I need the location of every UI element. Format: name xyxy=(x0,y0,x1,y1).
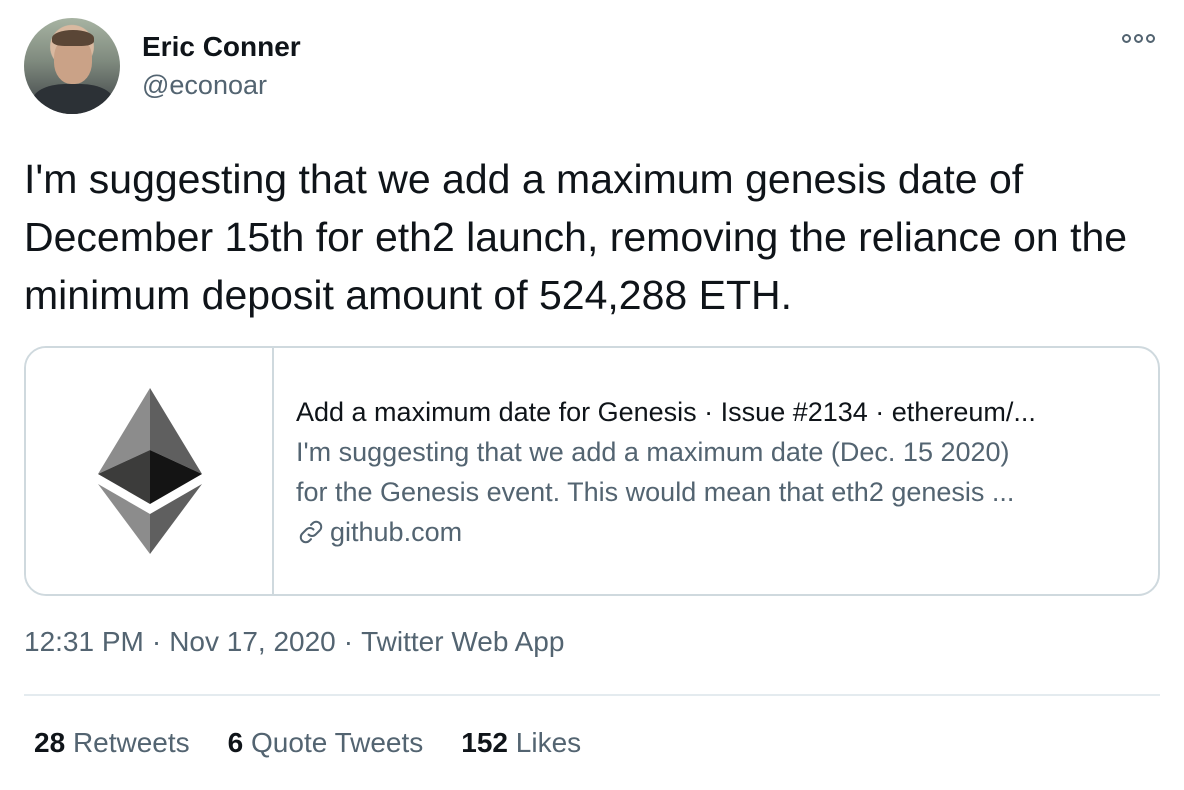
avatar-hair xyxy=(52,30,94,46)
retweets-count: 28 xyxy=(34,727,66,758)
card-domain: github.com xyxy=(296,512,1134,552)
tweet-text: I'm suggesting that we add a maximum gen… xyxy=(24,156,1128,318)
card-media xyxy=(26,348,274,594)
tweet-date[interactable]: Nov 17, 2020 xyxy=(169,626,336,657)
quote-tweets-stat[interactable]: 6 Quote Tweets xyxy=(228,727,424,759)
quote-tweets-label: Quote Tweets xyxy=(251,727,424,758)
author-name[interactable]: Eric Conner xyxy=(142,31,301,63)
meta-separator: · xyxy=(343,626,354,657)
quote-tweets-count: 6 xyxy=(227,727,244,758)
meta-separator: · xyxy=(151,626,162,657)
likes-count: 152 xyxy=(461,727,508,758)
avatar[interactable] xyxy=(24,18,120,114)
card-body: Add a maximum date for Genesis · Issue #… xyxy=(274,348,1134,594)
retweets-stat[interactable]: 28 Retweets xyxy=(34,727,190,759)
card-description-line-2: for the Genesis event. This would mean t… xyxy=(296,477,1015,507)
more-dot xyxy=(1122,34,1131,43)
link-icon xyxy=(299,520,323,544)
link-card[interactable]: Add a maximum date for Genesis · Issue #… xyxy=(24,346,1160,596)
engagement-stats: 28 Retweets 6 Quote Tweets 152 Likes xyxy=(34,727,619,759)
retweets-label: Retweets xyxy=(72,727,190,758)
card-title: Add a maximum date for Genesis · Issue #… xyxy=(296,397,1036,427)
ethereum-logo-icon xyxy=(98,388,202,554)
likes-label: Likes xyxy=(515,727,582,758)
tweet-time[interactable]: 12:31 PM xyxy=(24,626,144,657)
card-description-line-1: I'm suggesting that we add a maximum dat… xyxy=(296,437,1010,467)
divider xyxy=(24,694,1160,696)
author-handle[interactable]: @econoar xyxy=(142,70,267,101)
tweet-meta: 12:31 PM · Nov 17, 2020 · Twitter Web App xyxy=(24,626,564,658)
tweet-source[interactable]: Twitter Web App xyxy=(361,626,564,657)
likes-stat[interactable]: 152 Likes xyxy=(461,727,581,759)
more-options-icon[interactable] xyxy=(1122,34,1155,43)
card-domain-text: github.com xyxy=(330,517,463,547)
more-dot xyxy=(1146,34,1155,43)
more-dot xyxy=(1134,34,1143,43)
avatar-shirt xyxy=(32,84,114,114)
